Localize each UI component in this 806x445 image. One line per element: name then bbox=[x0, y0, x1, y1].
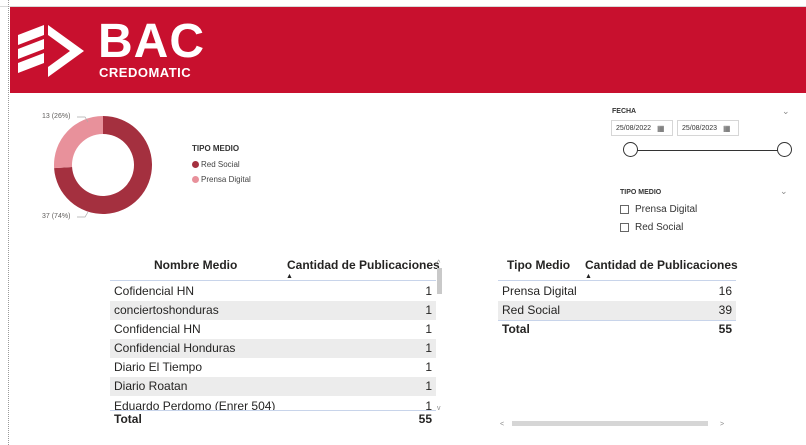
donut-chart[interactable] bbox=[30, 108, 166, 218]
total-label: Total bbox=[502, 322, 530, 336]
cell-cantidad: 1 bbox=[425, 379, 432, 393]
legend-label: Prensa Digital bbox=[201, 175, 251, 184]
svg-text:v: v bbox=[437, 405, 441, 410]
table-row[interactable]: Diario Roatan 1 bbox=[110, 377, 436, 396]
legend-label: Red Social bbox=[201, 160, 240, 169]
legend-dot-icon bbox=[192, 161, 199, 168]
table-row[interactable]: Cofidencial HN 1 bbox=[110, 282, 436, 301]
checkbox-label: Red Social bbox=[635, 222, 684, 233]
table-row[interactable]: Diario El Tiempo 1 bbox=[110, 358, 436, 377]
date-end-input[interactable]: 25/08/2023 ▦ bbox=[677, 120, 739, 136]
legend-item-prensa-digital[interactable]: Prensa Digital bbox=[192, 172, 251, 187]
total-row: Total 55 bbox=[498, 320, 736, 339]
header-divider bbox=[498, 280, 736, 281]
cell-cantidad: 1 bbox=[425, 341, 432, 355]
cell-nombre: Confidencial HN bbox=[114, 322, 201, 336]
column-header-nombre-medio[interactable]: Nombre Medio bbox=[154, 258, 237, 272]
donut-slice-prensa-digital[interactable] bbox=[54, 116, 103, 169]
header-divider bbox=[110, 280, 436, 281]
svg-text:^: ^ bbox=[437, 260, 441, 267]
vertical-scrollbar[interactable]: ^ v bbox=[436, 258, 443, 410]
date-start-value: 25/08/2022 bbox=[616, 124, 652, 132]
sort-asc-icon: ▲ bbox=[585, 273, 592, 280]
cell-nombre: Confidencial Honduras bbox=[114, 341, 236, 355]
bac-logo-icon bbox=[18, 25, 84, 77]
table-row[interactable]: Red Social 39 bbox=[498, 301, 736, 320]
table-row[interactable]: Confidencial HN 1 bbox=[110, 320, 436, 339]
column-header-cantidad[interactable]: Cantidad de Publicaciones bbox=[287, 258, 440, 272]
legend-item-red-social[interactable]: Red Social bbox=[192, 157, 251, 172]
donut-legend: TIPO MEDIO Red Social Prensa Digital bbox=[192, 144, 251, 187]
donut-label-social: 37 (74%) bbox=[42, 213, 71, 220]
table-row[interactable]: conciertoshonduras 1 bbox=[110, 301, 436, 320]
tipo-medio-filter-label: TIPO MEDIO bbox=[620, 189, 662, 196]
table-row-clipped[interactable]: Eduardo Perdomo (Enrer 504) 1 bbox=[110, 396, 436, 410]
total-value: 55 bbox=[718, 322, 732, 336]
donut-label-prensa: 13 (26%) bbox=[42, 113, 71, 120]
table-row[interactable]: Confidencial Honduras 1 bbox=[110, 339, 436, 358]
cell-nombre: Eduardo Perdomo (Enrer 504) bbox=[114, 399, 276, 410]
brand-header: BAC CREDOMATIC bbox=[10, 7, 806, 93]
calendar-icon[interactable]: ▦ bbox=[657, 124, 665, 133]
cell-nombre: conciertoshonduras bbox=[114, 303, 219, 317]
cell-cantidad: 1 bbox=[425, 284, 432, 298]
horizontal-scrollbar[interactable]: < > bbox=[498, 420, 728, 427]
cell-nombre: Diario Roatan bbox=[114, 379, 188, 393]
legend-dot-icon bbox=[192, 176, 199, 183]
checkbox-red-social[interactable]: Red Social bbox=[620, 222, 683, 233]
date-end-value: 25/08/2023 bbox=[682, 124, 718, 132]
leader-line bbox=[77, 211, 89, 218]
checkbox-icon[interactable] bbox=[620, 205, 629, 214]
cell-tipo: Red Social bbox=[502, 303, 561, 317]
cell-tipo: Prensa Digital bbox=[502, 284, 577, 298]
slider-handle-end[interactable] bbox=[777, 142, 792, 157]
total-label: Total bbox=[114, 412, 142, 426]
svg-text:>: > bbox=[720, 421, 724, 427]
cell-nombre: Diario El Tiempo bbox=[114, 360, 203, 374]
sort-asc-icon: ▲ bbox=[286, 273, 293, 280]
column-header-cantidad[interactable]: Cantidad de Publicaciones bbox=[585, 258, 738, 272]
cell-cantidad: 1 bbox=[425, 360, 432, 374]
total-row: Total 55 bbox=[110, 410, 436, 429]
checkbox-icon[interactable] bbox=[620, 223, 629, 232]
date-start-input[interactable]: 25/08/2022 ▦ bbox=[611, 120, 673, 136]
fecha-filter-label: FECHA bbox=[612, 108, 637, 115]
checkbox-label: Prensa Digital bbox=[635, 204, 698, 215]
calendar-icon[interactable]: ▦ bbox=[723, 124, 731, 133]
legend-title: TIPO MEDIO bbox=[192, 144, 240, 153]
total-value: 55 bbox=[418, 412, 432, 426]
cell-cantidad: 39 bbox=[718, 303, 732, 317]
table-row[interactable]: Prensa Digital 16 bbox=[498, 282, 736, 301]
chevron-down-icon[interactable]: ⌄ bbox=[782, 106, 790, 117]
slider-handle-start[interactable] bbox=[623, 142, 638, 157]
date-slider-track[interactable] bbox=[630, 150, 784, 151]
cell-cantidad: 1 bbox=[425, 303, 432, 317]
column-header-tipo-medio[interactable]: Tipo Medio bbox=[507, 258, 570, 272]
brand-subtitle: CREDOMATIC bbox=[99, 65, 192, 80]
svg-text:<: < bbox=[500, 421, 504, 427]
checkbox-prensa-digital[interactable]: Prensa Digital bbox=[620, 204, 697, 215]
cell-cantidad: 1 bbox=[425, 322, 432, 336]
cell-cantidad: 1 bbox=[425, 399, 432, 410]
canvas-left-border bbox=[8, 0, 9, 445]
cell-cantidad: 16 bbox=[718, 284, 732, 298]
cell-nombre: Cofidencial HN bbox=[114, 284, 195, 298]
brand-name: BAC bbox=[98, 15, 205, 68]
chevron-down-icon[interactable]: ⌄ bbox=[780, 186, 788, 197]
